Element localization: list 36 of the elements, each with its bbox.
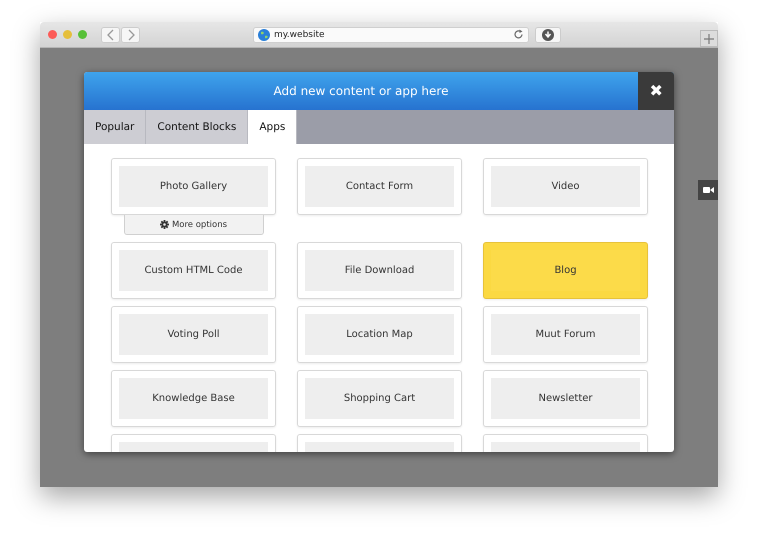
app-tile[interactable]: Voting Poll [111, 306, 276, 363]
dialog-title: Add new content or app here [274, 84, 448, 98]
tab[interactable]: Content Blocks [146, 110, 248, 144]
app-tile[interactable]: Photo Gallery [111, 158, 276, 215]
download-icon [542, 28, 554, 40]
url-text: my.website [274, 30, 326, 40]
app-tile[interactable]: Shopping Cart [297, 370, 462, 427]
app-tile[interactable]: Muut Forum [483, 306, 648, 363]
video-camera-icon [702, 186, 714, 194]
app-tile[interactable]: Location Map [297, 306, 462, 363]
zoom-window-icon[interactable] [78, 30, 87, 39]
globe-icon [258, 28, 270, 40]
forward-icon [126, 28, 134, 40]
close-window-icon[interactable] [48, 30, 57, 39]
reload-icon[interactable] [513, 29, 524, 40]
plus-icon [704, 34, 714, 44]
app-tile[interactable]: Video [483, 158, 648, 215]
forward-button[interactable] [121, 26, 140, 42]
app-tile[interactable]: Custom HTML Code [111, 242, 276, 299]
back-icon [106, 28, 114, 40]
back-button[interactable] [101, 26, 120, 42]
app-tile[interactable]: Contact Form [297, 158, 462, 215]
more-options-button[interactable]: More options [124, 215, 264, 235]
gear-icon [160, 220, 169, 229]
close-button[interactable]: ✖ [638, 72, 674, 110]
tab[interactable]: Popular [84, 110, 146, 144]
app-tile[interactable]: Blog [483, 242, 648, 299]
app-tile[interactable]: Knowledge Base [111, 370, 276, 427]
app-tile[interactable]: Newsletter [483, 370, 648, 427]
app-tile[interactable]: File Download [297, 242, 462, 299]
tab[interactable]: Apps [248, 110, 298, 144]
minimize-window-icon[interactable] [63, 30, 72, 39]
video-camera-button[interactable] [698, 180, 718, 200]
address-bar[interactable]: my.website [253, 26, 529, 42]
downloads-button[interactable] [535, 26, 561, 42]
new-tab-button[interactable] [700, 30, 718, 47]
